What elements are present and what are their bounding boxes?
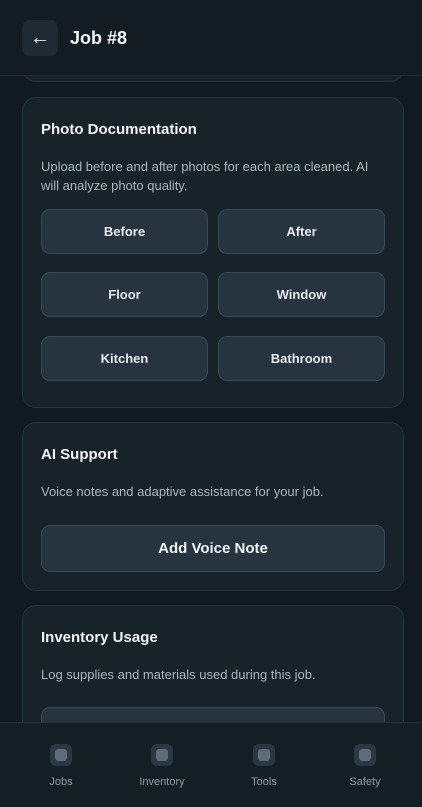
nav-label-inventory: Inventory <box>139 776 185 788</box>
photo-card-title: Photo Documentation <box>41 121 197 138</box>
nav-item-safety[interactable]: Safety <box>325 723 405 807</box>
ai-card-description: Voice notes and adaptive assistance for … <box>41 484 324 499</box>
add-voice-note-button[interactable]: Add Voice Note <box>41 525 385 572</box>
nav-label-tools: Tools <box>251 776 277 788</box>
nav-label-jobs: Jobs <box>49 776 73 788</box>
floor-photo-button[interactable]: Floor <box>41 272 208 317</box>
ai-card-title: AI Support <box>41 446 118 463</box>
window-photo-button[interactable]: Window <box>218 272 385 317</box>
photo-card-description: Upload before and after photos for each … <box>41 159 369 193</box>
app-header: ← Job #8 <box>0 0 422 76</box>
back-arrow-icon: ← <box>30 27 50 49</box>
nav-item-inventory[interactable]: Inventory <box>122 723 202 807</box>
ai-support-card: AI Support Voice notes and adaptive assi… <box>22 422 404 591</box>
previous-card <box>22 76 404 82</box>
after-photo-button[interactable]: After <box>218 209 385 254</box>
tools-icon <box>253 744 275 766</box>
inventory-icon <box>151 744 173 766</box>
nav-label-safety: Safety <box>349 776 381 788</box>
jobs-icon <box>50 744 72 766</box>
kitchen-photo-button[interactable]: Kitchen <box>41 336 208 381</box>
safety-icon <box>354 744 376 766</box>
job-content[interactable]: Photo Documentation Upload before and af… <box>0 76 422 722</box>
inventory-action-button[interactable] <box>41 707 385 722</box>
page-title: Job #8 <box>70 28 128 48</box>
nav-item-jobs[interactable]: Jobs <box>21 723 101 807</box>
bathroom-photo-button[interactable]: Bathroom <box>218 336 385 381</box>
bottom-nav: Jobs Inventory Tools Safety <box>0 722 422 807</box>
inventory-usage-card: Inventory Usage Log supplies and materia… <box>22 605 404 722</box>
photo-documentation-card: Photo Documentation Upload before and af… <box>22 97 404 408</box>
inventory-card-title: Inventory Usage <box>41 629 158 646</box>
inventory-card-description: Log supplies and materials used during t… <box>41 667 316 682</box>
nav-item-tools[interactable]: Tools <box>224 723 304 807</box>
before-photo-button[interactable]: Before <box>41 209 208 254</box>
back-button[interactable]: ← <box>22 20 58 56</box>
